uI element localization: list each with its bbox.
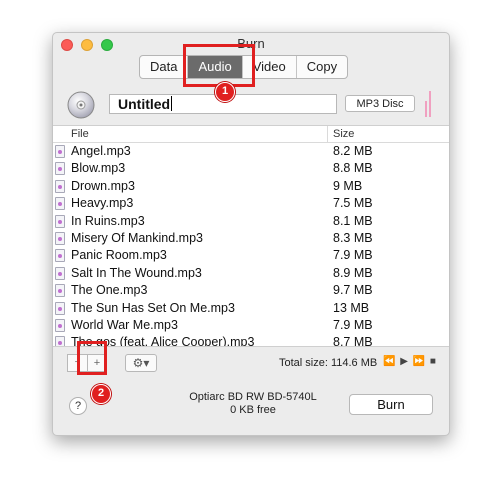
file-size: 7.5 MB — [333, 196, 373, 211]
playback-controls[interactable]: ⏪ ▶ ⏩ ■ — [383, 356, 437, 367]
help-button[interactable]: ? — [69, 397, 87, 415]
audio-file-icon — [55, 284, 65, 298]
list-toolbar: − + ⚙▾ Total size: 114.6 MB ⏪ ▶ ⏩ ■ — [53, 351, 449, 375]
device-info: Optiarc BD RW BD-5740L 0 KB free — [173, 391, 333, 417]
file-name: Angel.mp3 — [71, 144, 131, 158]
file-name: Salt In The Wound.mp3 — [71, 265, 202, 280]
file-size: 13 MB — [333, 300, 370, 315]
table-row[interactable]: Salt In The Wound.mp3 8.9 MB — [53, 265, 449, 282]
table-row[interactable]: Misery Of Mankind.mp3 8.3 MB — [53, 230, 449, 247]
file-size: 8.7 MB — [333, 335, 373, 347]
table-row[interactable]: Heavy.mp3 7.5 MB — [53, 195, 449, 212]
total-size-label: Total size: 114.6 MB — [279, 357, 378, 369]
file-size: 7.9 MB — [333, 317, 373, 332]
file-list: File Size Angel.mp3 8.2 MB Blow.mp3 8.8 MB D… — [53, 125, 449, 347]
file-size: 8.1 MB — [333, 213, 373, 228]
file-name: Panic Room.mp3 — [71, 248, 167, 263]
file-size: 8.9 MB — [333, 265, 373, 280]
audio-file-icon — [55, 301, 65, 315]
disc-type-select[interactable]: MP3 Disc — [345, 95, 415, 112]
list-header: File Size — [53, 126, 449, 143]
file-name: The Sun Has Set On Me.mp3 — [71, 300, 235, 315]
audio-file-icon — [55, 231, 65, 245]
file-name: Blow.mp3 — [71, 161, 126, 176]
table-row[interactable]: Panic Room.mp3 7.9 MB — [53, 247, 449, 264]
table-row[interactable]: In Ruins.mp3 8.1 MB — [53, 213, 449, 230]
table-row[interactable]: Blow.mp3 8.8 MB — [53, 160, 449, 177]
annotation-badge-1: 1 — [215, 82, 235, 102]
table-row[interactable]: Drown.mp3 9 MB — [53, 178, 449, 195]
table-row[interactable]: The Sun Has Set On Me.mp3 13 MB — [53, 300, 449, 317]
level-meter-icon — [425, 87, 433, 117]
tab-copy[interactable]: Copy — [297, 56, 347, 78]
audio-file-icon — [55, 197, 65, 211]
audio-file-icon — [55, 266, 65, 280]
tab-data[interactable]: Data — [140, 56, 189, 78]
column-divider — [327, 126, 328, 142]
table-row[interactable]: The gos (feat. Alice Cooper).mp3 8.7 MB — [53, 334, 449, 347]
text-caret — [171, 96, 173, 111]
table-row[interactable]: World War Me.mp3 7.9 MB — [53, 317, 449, 334]
file-name: Drown.mp3 — [71, 178, 135, 193]
audio-file-icon — [55, 214, 65, 228]
audio-file-icon — [55, 162, 65, 176]
file-name: Misery Of Mankind.mp3 — [71, 230, 203, 245]
file-size: 8.8 MB — [333, 161, 373, 176]
table-row[interactable]: Angel.mp3 8.2 MB — [53, 143, 449, 160]
file-size: 8.3 MB — [333, 230, 373, 245]
gear-menu-button[interactable]: ⚙▾ — [125, 354, 157, 372]
file-rows: Angel.mp3 8.2 MB Blow.mp3 8.8 MB Drown.mp3 9 … — [53, 143, 449, 347]
column-header-file[interactable]: File — [71, 128, 89, 140]
device-name: Optiarc BD RW BD-5740L — [189, 391, 317, 403]
file-name: The One.mp3 — [71, 283, 148, 298]
audio-file-icon — [55, 249, 65, 263]
burn-button[interactable]: Burn — [349, 394, 433, 415]
audio-file-icon — [55, 318, 65, 332]
column-header-size[interactable]: Size — [333, 128, 354, 140]
file-size: 9 MB — [333, 178, 363, 193]
audio-file-icon — [55, 336, 65, 346]
device-free-space: 0 KB free — [230, 404, 276, 416]
audio-file-icon — [55, 179, 65, 193]
file-size: 8.2 MB — [333, 144, 373, 158]
file-size: 9.7 MB — [333, 283, 373, 298]
audio-file-icon — [55, 145, 65, 158]
burn-window: Burn Data Audio Video Copy Untitled MP3 … — [52, 32, 450, 436]
file-size: 7.9 MB — [333, 248, 373, 263]
annotation-highlight-audio-tab — [183, 44, 255, 87]
annotation-highlight-add-button — [77, 341, 107, 375]
annotation-badge-2: 2 — [91, 384, 111, 404]
table-row[interactable]: The One.mp3 9.7 MB — [53, 282, 449, 299]
file-name: Heavy.mp3 — [71, 196, 134, 211]
disc-name-value: Untitled — [118, 96, 171, 112]
file-name: In Ruins.mp3 — [71, 213, 145, 228]
file-name: World War Me.mp3 — [71, 317, 178, 332]
disc-icon — [67, 91, 95, 119]
